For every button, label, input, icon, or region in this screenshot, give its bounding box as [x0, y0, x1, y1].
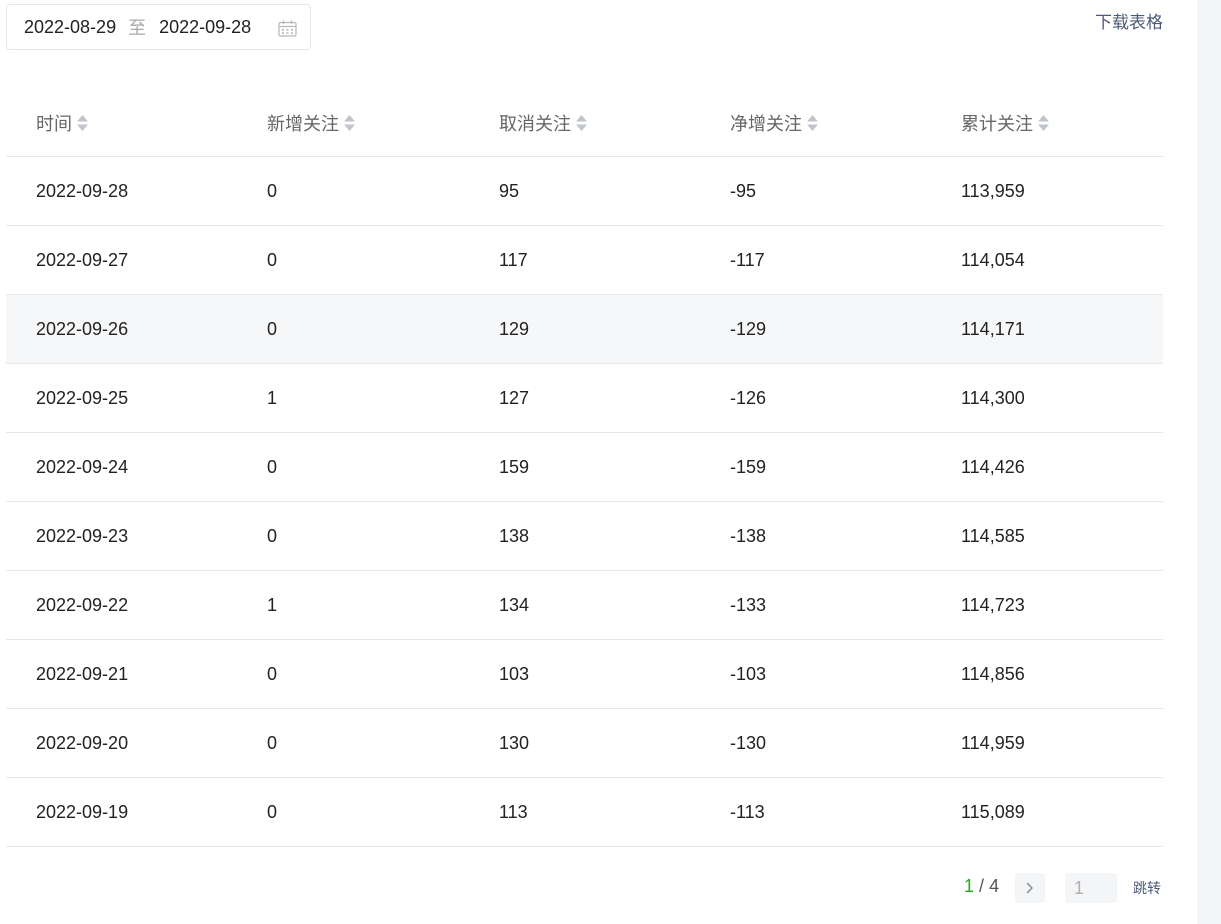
column-header-time[interactable]: 时间: [6, 90, 237, 157]
cell-net-follows: -133: [700, 570, 931, 640]
cell-net-follows: -159: [700, 432, 931, 502]
sort-icon[interactable]: [1037, 113, 1050, 133]
scrollbar-track[interactable]: [1197, 0, 1221, 924]
sort-icon[interactable]: [76, 113, 89, 133]
data-table: 时间 新增关注 取消关注 净增关注 累计关注 2022-09-28 0 95 -…: [6, 90, 1163, 847]
page-jump-button[interactable]: 跳转: [1133, 878, 1161, 898]
table-row: 2022-09-23 0 138 -138 114,585: [6, 501, 1163, 571]
page-indicator: 1 / 4: [964, 876, 999, 897]
sort-icon[interactable]: [575, 113, 588, 133]
cell-unfollows: 127: [469, 363, 700, 433]
column-header-total-follows[interactable]: 累计关注: [931, 90, 1163, 157]
cell-total-follows: 114,054: [931, 225, 1163, 295]
cell-time: 2022-09-19: [6, 777, 237, 847]
cell-time: 2022-09-23: [6, 501, 237, 571]
column-header-label: 净增关注: [730, 114, 802, 134]
cell-net-follows: -129: [700, 294, 931, 364]
cell-net-follows: -95: [700, 156, 931, 226]
table-row: 2022-09-21 0 103 -103 114,856: [6, 639, 1163, 709]
cell-time: 2022-09-28: [6, 156, 237, 226]
column-header-label: 新增关注: [267, 114, 339, 134]
cell-net-follows: -126: [700, 363, 931, 433]
cell-new-follows: 1: [237, 363, 469, 433]
cell-unfollows: 117: [469, 225, 700, 295]
cell-new-follows: 0: [237, 156, 469, 226]
cell-total-follows: 114,426: [931, 432, 1163, 502]
cell-time: 2022-09-27: [6, 225, 237, 295]
cell-net-follows: -113: [700, 777, 931, 847]
date-range-picker[interactable]: 2022-08-29 至 2022-09-28: [6, 4, 311, 50]
column-header-label: 累计关注: [961, 114, 1033, 134]
column-header-net-follows[interactable]: 净增关注: [700, 90, 931, 157]
column-header-label: 取消关注: [499, 114, 571, 134]
cell-unfollows: 103: [469, 639, 700, 709]
table-row: 2022-09-24 0 159 -159 114,426: [6, 432, 1163, 502]
cell-unfollows: 159: [469, 432, 700, 502]
next-page-button[interactable]: [1015, 873, 1045, 903]
cell-unfollows: 130: [469, 708, 700, 778]
cell-new-follows: 0: [237, 225, 469, 295]
end-date[interactable]: 2022-09-28: [159, 17, 251, 38]
cell-total-follows: 115,089: [931, 777, 1163, 847]
cell-time: 2022-09-26: [6, 294, 237, 364]
cell-total-follows: 114,723: [931, 570, 1163, 640]
pagination: 1 / 4 跳转: [0, 872, 1163, 903]
table-row: 2022-09-20 0 130 -130 114,959: [6, 708, 1163, 778]
cell-time: 2022-09-22: [6, 570, 237, 640]
page: 2022-08-29 至 2022-09-28 下载表格 时间 新增关注 取消关…: [0, 0, 1221, 924]
column-header-unfollows[interactable]: 取消关注: [469, 90, 700, 157]
chevron-right-icon: [1026, 882, 1033, 894]
calendar-icon[interactable]: [278, 20, 297, 37]
cell-new-follows: 0: [237, 777, 469, 847]
page-divider: /: [979, 876, 985, 896]
column-header-new-follows[interactable]: 新增关注: [237, 90, 469, 157]
table-row: 2022-09-19 0 113 -113 115,089: [6, 777, 1163, 847]
cell-time: 2022-09-24: [6, 432, 237, 502]
table-row: 2022-09-22 1 134 -133 114,723: [6, 570, 1163, 640]
date-separator: 至: [128, 18, 147, 38]
cell-new-follows: 0: [237, 501, 469, 571]
cell-unfollows: 134: [469, 570, 700, 640]
sort-icon[interactable]: [343, 113, 356, 133]
cell-net-follows: -103: [700, 639, 931, 709]
cell-net-follows: -138: [700, 501, 931, 571]
cell-new-follows: 0: [237, 294, 469, 364]
cell-unfollows: 138: [469, 501, 700, 571]
table-row: 2022-09-25 1 127 -126 114,300: [6, 363, 1163, 433]
table-row: 2022-09-28 0 95 -95 113,959: [6, 156, 1163, 226]
cell-new-follows: 0: [237, 639, 469, 709]
start-date[interactable]: 2022-08-29: [24, 17, 116, 38]
cell-total-follows: 114,856: [931, 639, 1163, 709]
table-row: 2022-09-26 0 129 -129 114,171: [6, 294, 1163, 364]
cell-total-follows: 114,171: [931, 294, 1163, 364]
cell-total-follows: 114,585: [931, 501, 1163, 571]
cell-new-follows: 1: [237, 570, 469, 640]
cell-new-follows: 0: [237, 708, 469, 778]
page-jump-input[interactable]: [1065, 873, 1117, 903]
table-header-row: 时间 新增关注 取消关注 净增关注 累计关注: [6, 90, 1163, 157]
download-table-link[interactable]: 下载表格: [1095, 8, 1163, 33]
cell-time: 2022-09-20: [6, 708, 237, 778]
cell-total-follows: 114,959: [931, 708, 1163, 778]
cell-unfollows: 95: [469, 156, 700, 226]
cell-time: 2022-09-25: [6, 363, 237, 433]
column-header-label: 时间: [36, 114, 72, 134]
cell-new-follows: 0: [237, 432, 469, 502]
sort-icon[interactable]: [806, 113, 819, 133]
cell-total-follows: 113,959: [931, 156, 1163, 226]
cell-time: 2022-09-21: [6, 639, 237, 709]
table-row: 2022-09-27 0 117 -117 114,054: [6, 225, 1163, 295]
cell-total-follows: 114,300: [931, 363, 1163, 433]
total-pages: 4: [989, 876, 1000, 896]
current-page: 1: [964, 876, 975, 896]
cell-unfollows: 129: [469, 294, 700, 364]
cell-unfollows: 113: [469, 777, 700, 847]
cell-net-follows: -117: [700, 225, 931, 295]
cell-net-follows: -130: [700, 708, 931, 778]
